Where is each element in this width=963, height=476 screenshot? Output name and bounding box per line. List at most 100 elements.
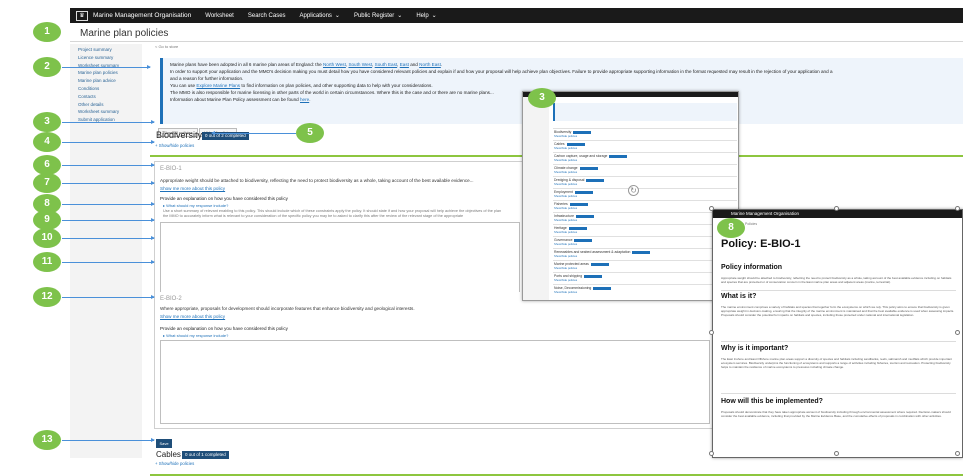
- callout-marker-1: 1: [33, 22, 61, 42]
- row-toggle[interactable]: Show/hide policies: [554, 254, 577, 258]
- nav-applications[interactable]: Applications: [300, 13, 332, 19]
- section-text: The East Inshore and East Offshore marin…: [721, 357, 952, 370]
- row-toggle[interactable]: Show/hide policies: [554, 266, 577, 270]
- nav-search-cases[interactable]: Search Cases: [248, 13, 286, 19]
- overlay-info-box: [553, 103, 737, 121]
- overlay-row: Biodiversity Show/hide policies: [553, 128, 737, 138]
- row-toggle[interactable]: Show/hide policies: [554, 170, 577, 174]
- section-heading: Why is it important?: [721, 345, 789, 352]
- toggle-label: Show/hide policies: [158, 143, 195, 148]
- row-toggle[interactable]: Show/hide policies: [554, 134, 577, 138]
- row-toggle[interactable]: Show/hide policies: [554, 146, 577, 150]
- resize-handle[interactable]: [955, 206, 960, 211]
- explanation-prompt: Provide an explanation on how you have c…: [160, 196, 288, 201]
- sidebar-item-project-summary[interactable]: Project summary: [70, 46, 142, 54]
- save-button[interactable]: Save: [156, 439, 172, 448]
- info-text: .: [440, 62, 443, 67]
- rotate-handle-icon[interactable]: ↻: [628, 185, 639, 196]
- overlay-row: Governance Show/hide policies: [553, 236, 737, 246]
- north-west-link[interactable]: North West: [323, 62, 346, 67]
- info-line: and a reason for further information.: [170, 76, 244, 81]
- info-text: Marine plans have been adopted in all 6 …: [170, 62, 323, 67]
- south-west-link[interactable]: South West: [348, 62, 372, 67]
- east-link[interactable]: East: [400, 62, 409, 67]
- row-toggle[interactable]: Show/hide policies: [554, 242, 577, 246]
- resize-handle[interactable]: [709, 330, 714, 335]
- overlay-sidebar: [523, 97, 549, 300]
- sidebar-item-marine-plan-policies[interactable]: Marine plan policies: [70, 69, 142, 77]
- info-text: and: [408, 62, 420, 67]
- zoomed-page-overlay: Biodiversity Show/hide policies Cables Sho…: [522, 91, 739, 301]
- row-toggle[interactable]: Show/hide policies: [554, 278, 577, 282]
- hint-label: What should my response include?: [166, 333, 229, 338]
- north-east-link[interactable]: North East: [419, 62, 441, 67]
- callout-marker-12: 12: [33, 287, 61, 307]
- callout-marker-3b: 3: [33, 112, 61, 132]
- back-link[interactable]: < Go to store: [155, 44, 178, 49]
- resize-handle[interactable]: [955, 451, 960, 456]
- cables-show-hide-toggle[interactable]: + Show/hide policies: [155, 461, 194, 466]
- overlay-row: Climate change Show/hide policies: [553, 164, 737, 174]
- sidebar-item-marine-plan-advice[interactable]: Marine plan advice: [70, 77, 142, 85]
- callout-arrow: [62, 218, 155, 222]
- show-more-about-policy-link[interactable]: Show me more about this policy: [160, 186, 225, 191]
- response-hint-toggle[interactable]: ▸ What should my response include?: [163, 203, 228, 208]
- overlay-row: Carbon capture, usage and storage Show/hi…: [553, 152, 737, 162]
- callout-marker-4: 4: [33, 132, 61, 152]
- sidebar-item-worksheet-summary[interactable]: Worksheet summary: [70, 62, 142, 70]
- overlay-row: Renewables and seabed assessment & adapt…: [553, 248, 737, 258]
- row-toggle[interactable]: Show/hide policies: [554, 218, 577, 222]
- row-toggle[interactable]: Show/hide policies: [554, 194, 577, 198]
- row-toggle[interactable]: Show/hide policies: [554, 182, 577, 186]
- sidebar-item-contacts[interactable]: Contacts: [70, 93, 142, 101]
- nav-help[interactable]: Help: [416, 13, 428, 19]
- callout-marker-8b: 8: [717, 218, 745, 238]
- row-toggle[interactable]: Show/hide policies: [554, 230, 577, 234]
- biodiversity-show-hide-toggle[interactable]: + Show/hide policies: [155, 143, 194, 148]
- section-divider: [721, 290, 956, 291]
- resize-handle[interactable]: [834, 206, 839, 211]
- section-divider: [721, 341, 956, 342]
- policy-explanation-textarea[interactable]: [160, 340, 710, 424]
- nav-worksheet[interactable]: Worksheet: [205, 13, 234, 19]
- row-badge: [584, 274, 603, 278]
- sidebar-item-conditions[interactable]: Conditions: [70, 85, 142, 93]
- section-divider: [721, 393, 956, 394]
- brand-name[interactable]: Marine Management Organisation: [93, 12, 191, 19]
- row-toggle[interactable]: Show/hide policies: [554, 206, 577, 210]
- row-badge: [586, 178, 605, 182]
- overlay-row: Dredging & disposal Show/hide policies: [553, 176, 737, 186]
- sidebar-item-licence-summary[interactable]: Licence summary: [70, 54, 142, 62]
- row-toggle[interactable]: Show/hide policies: [554, 290, 577, 294]
- nav-public-register[interactable]: Public Register: [354, 13, 394, 19]
- crown-logo-icon: ♛: [76, 10, 88, 21]
- row-badge: [574, 190, 593, 194]
- resize-handle[interactable]: [709, 206, 714, 211]
- row-badge: [609, 154, 628, 158]
- here-link[interactable]: here: [300, 97, 309, 102]
- south-east-link[interactable]: South East: [375, 62, 397, 67]
- callout-arrow: [62, 120, 155, 124]
- row-toggle[interactable]: Show/hide policies: [554, 158, 577, 162]
- callout-arrow: [62, 181, 155, 185]
- info-text: You can use: [170, 83, 197, 88]
- explore-marine-plans-link[interactable]: Explore Marine Plans: [196, 83, 240, 88]
- show-more-about-policy-link[interactable]: Show me more about this policy: [160, 314, 225, 319]
- callout-arrow: [62, 163, 155, 167]
- resize-handle[interactable]: [709, 451, 714, 456]
- info-text: .: [309, 97, 311, 102]
- resize-handle[interactable]: [955, 330, 960, 335]
- response-hint-toggle[interactable]: ▸ What should my response include?: [163, 333, 228, 338]
- policy-id: E-BIO-2: [160, 296, 182, 302]
- toggle-label: Show/hide policies: [158, 461, 195, 466]
- callout-arrow: [62, 438, 155, 442]
- callout-arrow: [62, 65, 151, 69]
- resize-handle[interactable]: [834, 451, 839, 456]
- sidebar-item-worksheet-summary-2[interactable]: Worksheet summary: [70, 108, 142, 116]
- callout-marker-6: 6: [33, 155, 61, 175]
- info-line: In order to support your application and…: [170, 69, 833, 74]
- callout-marker-3: 3: [528, 88, 556, 108]
- info-line: Marine plans have been adopted in all 6 …: [170, 61, 956, 68]
- sidebar-item-other-details[interactable]: Other details: [70, 101, 142, 109]
- info-line: You can use Explore Marine Plans to find…: [170, 82, 956, 89]
